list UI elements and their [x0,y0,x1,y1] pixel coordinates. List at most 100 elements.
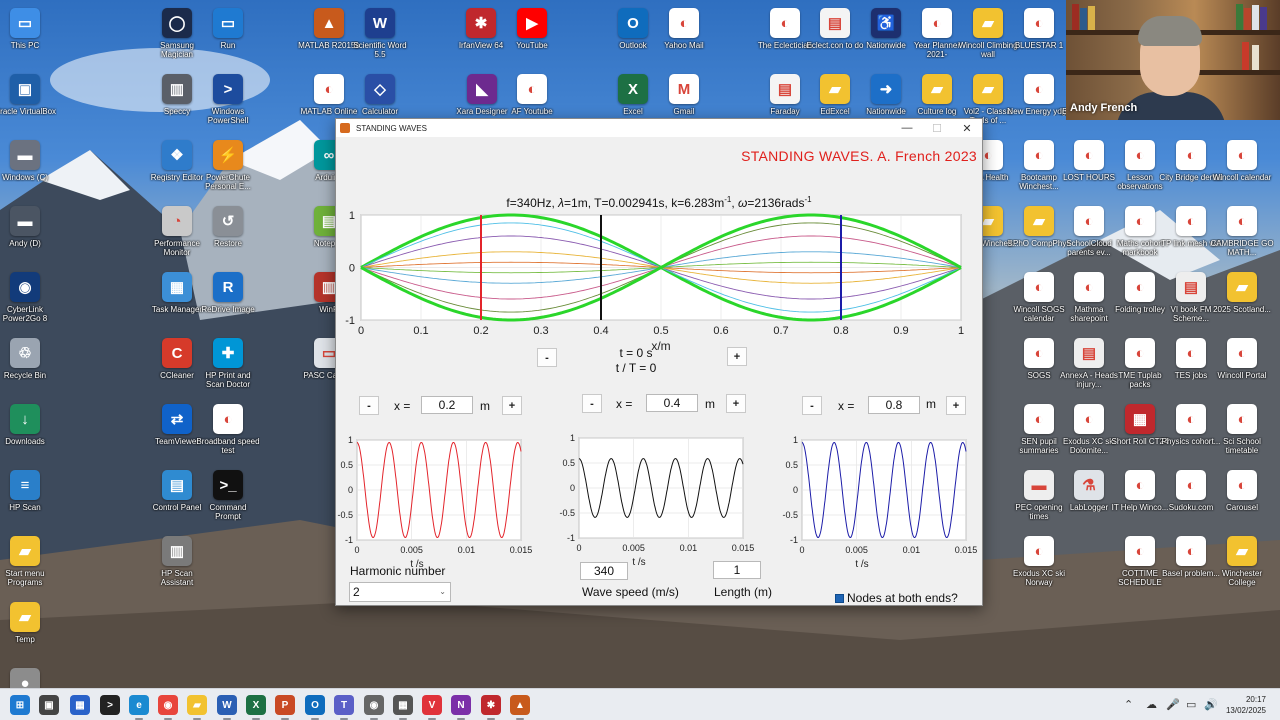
onenote-icon[interactable]: N [451,695,471,715]
microphone-icon[interactable]: 🎤 [1166,698,1180,711]
calculator-icon[interactable]: ▦ [393,695,413,715]
desktop-shortcut[interactable]: R ReDrive Image [196,268,260,332]
desktop-shortcut[interactable]: ▬ Andy (D) [0,202,57,266]
time-decrement-button[interactable]: - [537,348,557,367]
length-label: Length (m) [714,585,773,599]
desktop-shortcut[interactable]: ◐ Exodus XC ski Norway [1007,532,1071,596]
desktop-shortcut-label: Downloads [5,437,45,446]
windows-start-icon[interactable]: ⊞ [10,695,30,715]
desktop-shortcut[interactable]: ♲ Recycle Bin [0,334,57,398]
desktop-shortcut-label: CyberLink Power2Go 8 [2,305,48,323]
checkbox-checked-icon[interactable] [835,593,844,603]
desktop-shortcut[interactable]: ⚡ PowerChute Personal E... [196,136,260,200]
taskbar-clock[interactable]: 20:17 13/02/2025 [1226,694,1266,716]
window-titlebar[interactable]: STANDING WAVES — ☐ ✕ [336,119,982,137]
store-icon[interactable]: ▦ [70,695,90,715]
chrome-icon[interactable]: ◉ [158,695,178,715]
desktop-shortcut[interactable]: ✚ HP Print and Scan Doctor [196,334,260,398]
camera-icon[interactable]: ◉ [364,695,384,715]
excel-icon[interactable]: X [246,695,266,715]
desktop-shortcut[interactable]: ◉ CyberLink Power2Go 8 [0,268,57,332]
x-tick-label: 0.015 [955,545,978,555]
desktop-shortcut[interactable]: ◐ Sci School timetable [1210,400,1274,464]
outlook-icon[interactable]: O [305,695,325,715]
probe-2-x-input[interactable]: 0.4 [646,394,698,412]
harmonic-number-dropdown[interactable]: 2 ⌄ [349,582,451,602]
desktop-shortcut[interactable]: ▥ HP Scan Assistant [145,532,209,596]
terminal-icon[interactable]: > [100,695,120,715]
desktop-shortcut[interactable]: ◐ Carousel [1210,466,1274,530]
desktop-shortcut[interactable]: ↺ Restore [196,202,260,266]
desktop-shortcut[interactable]: > Windows PowerShell [196,70,260,134]
y-tick-label: 0 [349,263,355,275]
run-icon: ▭ [213,8,243,38]
teams-icon[interactable]: T [334,695,354,715]
vivaldi-icon[interactable]: V [422,695,442,715]
desktop-shortcut[interactable]: ▭ Run [196,4,260,68]
desktop-shortcut[interactable]: ◐ Broadband speed test [196,400,260,464]
length-input[interactable]: 1 [713,561,761,579]
file-explorer-icon[interactable]: ▰ [187,695,207,715]
power-icon: ⚡ [213,140,243,170]
desktop-shortcut[interactable]: ◐ Wincoll Portal [1210,334,1274,398]
desktop-shortcut[interactable]: ▣ Oracle VirtualBox [0,70,57,134]
probe-3-decrement-button[interactable]: - [802,396,822,415]
desktop-shortcut[interactable]: W Scientific Word 5.5 [348,4,412,68]
folder-icon: ▰ [820,74,850,104]
desktop-shortcut[interactable]: ▶ YouTube [500,4,564,68]
minimize-button[interactable]: — [892,119,922,137]
show-hidden-icons-chevron-icon[interactable]: ⌃ [1124,698,1133,711]
matlab-icon[interactable]: ▲ [510,695,530,715]
maximize-button[interactable]: ☐ [922,119,952,137]
desktop-shortcut[interactable]: ◐ BLUESTAR 1 [1007,4,1071,68]
desktop-shortcut[interactable]: ◐ Yahoo Mail [652,4,716,68]
desktop-shortcut[interactable]: ▭ This PC [0,4,57,68]
probe-1-decrement-button[interactable]: - [359,396,379,415]
hp-doctor-icon: ✚ [213,338,243,368]
chrome-icon: ◐ [1176,404,1206,434]
chrome-icon: ◐ [1176,140,1206,170]
edge-icon[interactable]: e [129,695,149,715]
close-button[interactable]: ✕ [952,119,982,137]
powerpoint-icon[interactable]: P [275,695,295,715]
probe-3-increment-button[interactable]: + [946,396,966,415]
excel-icon: X [618,74,648,104]
samsung-icon: ◯ [162,8,192,38]
x-tick-label: 0 [358,325,364,337]
probe-3-x-input[interactable]: 0.8 [868,396,920,414]
x-tick-label: 0.9 [893,325,908,337]
downloads-icon: ↓ [10,404,40,434]
probe-1-x-label: x = [394,399,411,413]
x-tick-label: 0.6 [713,325,728,337]
irfanview-icon[interactable]: ✱ [481,695,501,715]
probe-2-decrement-button[interactable]: - [582,394,602,413]
scanner-icon: ≡ [10,470,40,500]
desktop-shortcut[interactable]: ◐ Wincoll calendar [1210,136,1274,200]
probe-1-increment-button[interactable]: + [502,396,522,415]
window-title: STANDING WAVES [356,123,427,133]
document-icon: ▤ [1176,272,1206,302]
desktop-shortcut[interactable]: ≡ HP Scan [0,466,57,530]
desktop-shortcut[interactable]: ◐ CAMBRIDGE GO MATH... [1210,202,1274,266]
desktop-shortcut-label: CAMBRIDGE GO MATH... [1210,239,1274,257]
display-icon[interactable]: ▭ [1186,698,1196,711]
probe-1-x-input[interactable]: 0.2 [421,396,473,414]
desktop-shortcut[interactable]: ▰ Temp [0,598,57,662]
desktop-shortcut[interactable]: ▰ Start menu Programs [0,532,57,596]
word-icon[interactable]: W [217,695,237,715]
desktop-shortcut[interactable]: ▬ Windows (C) [0,136,57,200]
onedrive-icon[interactable]: ☁ [1146,698,1157,711]
chrome-icon: ◐ [922,8,952,38]
probe-2-increment-button[interactable]: + [726,394,746,413]
task-view-icon[interactable]: ▣ [39,695,59,715]
irfanview-icon: ✱ [466,8,496,38]
wave-speed-input[interactable]: 340 [580,562,628,580]
document-icon: ▦ [1125,404,1155,434]
desktop-shortcut[interactable]: ↓ Downloads [0,400,57,464]
desktop-shortcut[interactable]: >_ Command Prompt [196,466,260,530]
nodes-both-ends-checkbox[interactable]: Nodes at both ends? [835,591,958,605]
time-increment-button[interactable]: + [727,347,747,366]
desktop-shortcut[interactable]: ▰ 2025 Scotland... [1210,268,1274,332]
volume-icon[interactable]: 🔊 [1204,698,1218,711]
desktop-shortcut[interactable]: ▰ Winchester College [1210,532,1274,596]
